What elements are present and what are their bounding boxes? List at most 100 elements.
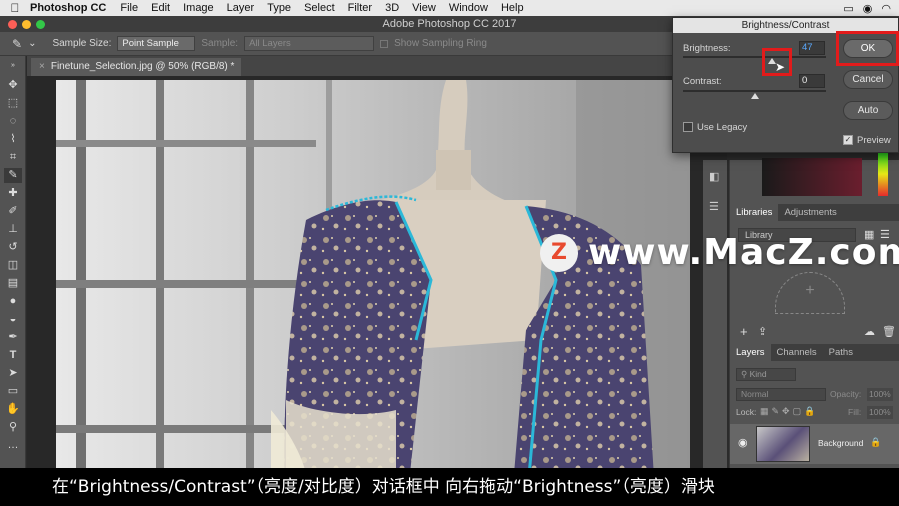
delete-icon[interactable]: 🗑 <box>882 325 896 338</box>
menu-view[interactable]: View <box>412 2 436 14</box>
layer-kind-filter[interactable]: ⚲ Kind <box>736 368 796 381</box>
type-tool-icon[interactable]: T <box>4 348 22 363</box>
ok-button-highlight <box>836 31 899 66</box>
watermark-logo-icon: Z <box>540 233 578 272</box>
tab-libraries[interactable]: Libraries <box>730 204 779 221</box>
library-drop-area[interactable]: + <box>775 272 845 314</box>
layer-lock-icon: 🔒 <box>870 437 882 447</box>
use-legacy-label: Use Legacy <box>697 122 748 133</box>
gradient-tool-icon[interactable]: ▤ <box>4 276 22 291</box>
menu-help[interactable]: Help <box>501 2 524 14</box>
pen-tool-icon[interactable]: ✒ <box>4 330 22 345</box>
blur-tool-icon[interactable]: ● <box>4 294 22 309</box>
move-tool-icon[interactable]: ✥ <box>4 78 22 93</box>
zoom-tool-icon[interactable]: ⚲ <box>4 420 22 435</box>
panel-collapse-icon[interactable]: » <box>4 58 22 73</box>
menu-window[interactable]: Window <box>449 2 488 14</box>
rectangle-tool-icon[interactable]: ▭ <box>4 384 22 399</box>
panel-icons-column: ◧ ☰ <box>703 160 727 506</box>
dodge-tool-icon[interactable]: ◒ <box>4 312 22 327</box>
kind-label: Kind <box>749 369 767 379</box>
opacity-field[interactable]: 100% <box>867 388 893 401</box>
menu-file[interactable]: File <box>120 2 138 14</box>
apple-icon[interactable]:  <box>0 1 30 15</box>
app-menu[interactable]: Photoshop CC <box>30 2 106 14</box>
properties-panel-icon[interactable]: ☰ <box>709 200 719 213</box>
healing-tool-icon[interactable]: ✚ <box>4 186 22 201</box>
photo-illustration <box>56 80 690 506</box>
record-icon[interactable]: ◉ <box>863 2 873 15</box>
more-tools-icon[interactable]: … <box>4 438 22 453</box>
layer-thumbnail <box>756 426 810 462</box>
tool-preset-chevron-icon[interactable]: ⌄ <box>28 38 36 49</box>
layer-name: Background <box>818 438 864 448</box>
tab-layers[interactable]: Layers <box>730 344 771 361</box>
brightness-label: Brightness: <box>683 43 731 54</box>
use-legacy-checkbox[interactable] <box>683 122 693 132</box>
auto-button[interactable]: Auto <box>843 101 893 120</box>
opacity-label: Opacity: <box>830 389 862 399</box>
watermark-text: www.MacZ.com <box>588 232 899 273</box>
contrast-slider-track[interactable] <box>683 90 826 92</box>
quick-select-tool-icon[interactable]: ⌇ <box>4 132 22 147</box>
contrast-slider-thumb[interactable] <box>750 93 759 99</box>
menu-image[interactable]: Image <box>183 2 214 14</box>
fill-field[interactable]: 100% <box>867 406 893 419</box>
brush-tool-icon[interactable]: ✐ <box>4 204 22 219</box>
preview-label: Preview <box>857 135 891 146</box>
filter-search-icon: ⚲ <box>741 369 750 379</box>
menu-filter[interactable]: Filter <box>348 2 372 14</box>
menu-edit[interactable]: Edit <box>151 2 170 14</box>
lock-label: Lock: <box>736 407 757 417</box>
add-content-icon[interactable]: + <box>740 324 748 339</box>
blend-mode-select[interactable]: Normal <box>736 388 826 401</box>
path-select-tool-icon[interactable]: ➤ <box>4 366 22 381</box>
lasso-tool-icon[interactable]: ◌ <box>4 114 22 129</box>
eraser-tool-icon[interactable]: ◫ <box>4 258 22 273</box>
cc-sync-icon[interactable]: ☁ <box>864 325 875 338</box>
mouse-cursor-icon: ➤ <box>775 60 786 74</box>
hue-slider[interactable] <box>878 152 888 196</box>
menu-3d[interactable]: 3D <box>385 2 399 14</box>
clone-stamp-tool-icon[interactable]: ⊥ <box>4 222 22 237</box>
wifi-icon[interactable]: ◠ <box>881 2 891 15</box>
show-ring-checkbox[interactable] <box>380 39 389 48</box>
menu-type[interactable]: Type <box>267 2 291 14</box>
tab-adjustments[interactable]: Adjustments <box>778 204 842 221</box>
libraries-panel-tabs: Libraries Adjustments <box>730 204 899 221</box>
preview-checkbox[interactable]: ✓ <box>843 135 853 145</box>
fill-label: Fill: <box>848 407 862 417</box>
sample-label: Sample: <box>201 38 239 49</box>
sample-size-select[interactable]: Point Sample <box>117 36 196 51</box>
lock-icons[interactable]: ▦✎✥▢🔒 <box>760 406 818 417</box>
contrast-input[interactable]: 0 <box>799 74 825 88</box>
hand-tool-icon[interactable]: ✋ <box>4 402 22 417</box>
upload-icon[interactable]: ⇪ <box>758 325 767 338</box>
menu-layer[interactable]: Layer <box>227 2 255 14</box>
mac-menubar:  Photoshop CC File Edit Image Layer Typ… <box>0 0 899 16</box>
layers-panel-tabs: Layers Channels Paths <box>730 344 899 361</box>
cancel-button[interactable]: Cancel <box>843 70 893 89</box>
layer-visibility-eye-icon[interactable]: ◉ <box>738 436 748 449</box>
history-panel-icon[interactable]: ◧ <box>709 170 719 183</box>
right-panel-dock: Libraries Adjustments Library ▦ ☰ + + ⇪ … <box>729 152 899 506</box>
sample-select[interactable]: All Layers <box>244 36 375 51</box>
canvas-area[interactable] <box>27 76 727 506</box>
show-ring-label: Show Sampling Ring <box>394 38 487 49</box>
history-brush-tool-icon[interactable]: ↺ <box>4 240 22 255</box>
color-picker-field[interactable] <box>762 158 862 196</box>
tab-paths[interactable]: Paths <box>823 344 859 361</box>
document-tab[interactable]: × Finetune_Selection.jpg @ 50% (RGB/8) * <box>31 58 241 76</box>
brightness-slider-track[interactable] <box>683 56 826 58</box>
marquee-tool-icon[interactable]: ⬚ <box>4 96 22 111</box>
menu-select[interactable]: Select <box>304 2 335 14</box>
brightness-input[interactable]: 47 <box>799 41 825 55</box>
eyedropper-tool-icon[interactable]: ✎ <box>4 168 22 183</box>
eyedropper-icon[interactable]: ✎ <box>12 37 22 51</box>
screen-icon[interactable]: ▭ <box>843 2 853 15</box>
crop-tool-icon[interactable]: ⌗ <box>4 150 22 165</box>
document-photo[interactable] <box>56 80 690 506</box>
layer-row-background[interactable]: ◉ Background 🔒 <box>730 424 899 464</box>
close-tab-icon[interactable]: × <box>39 61 45 72</box>
tab-channels[interactable]: Channels <box>771 344 823 361</box>
